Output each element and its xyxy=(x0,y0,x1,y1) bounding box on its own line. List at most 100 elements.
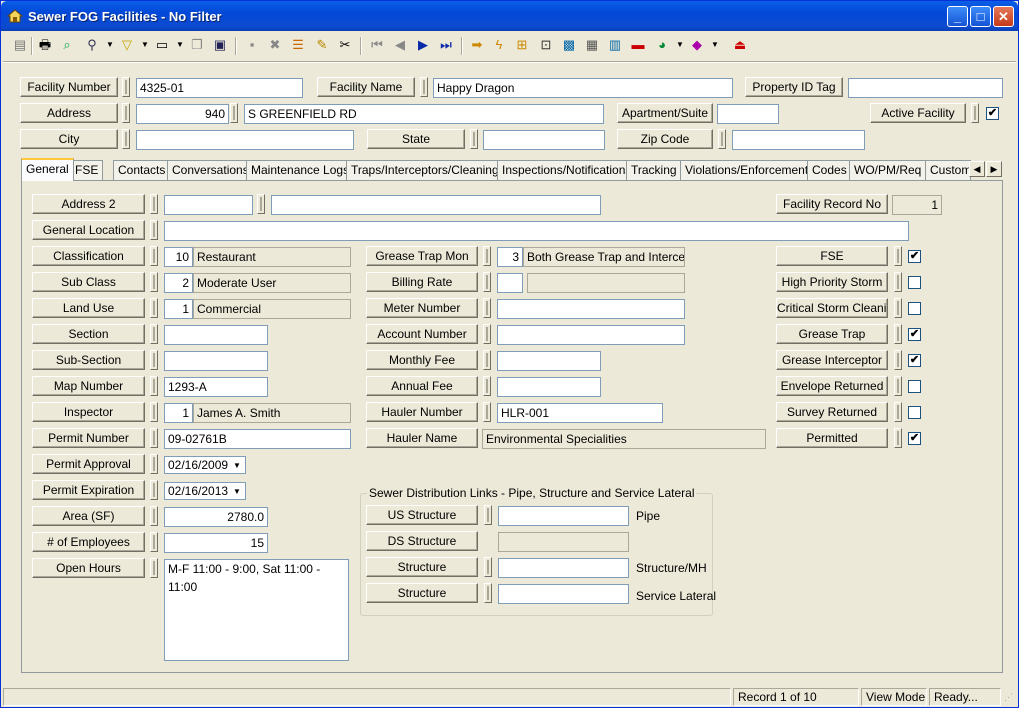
field-grip[interactable] xyxy=(150,532,158,552)
classification-code-field[interactable]: 10 xyxy=(164,247,193,267)
field-grip[interactable] xyxy=(894,402,902,422)
map-number-button[interactable]: Map Number xyxy=(32,376,145,396)
area-sf-button[interactable]: Area (SF) xyxy=(32,506,145,526)
field-grip[interactable] xyxy=(150,324,158,344)
map-number-field[interactable]: 1293-A xyxy=(164,377,268,397)
field-grip[interactable] xyxy=(894,246,902,266)
sub-section-field[interactable] xyxy=(164,351,268,371)
hauler-number-field[interactable]: HLR-001 xyxy=(497,403,663,423)
permitted-button[interactable]: Permitted xyxy=(776,428,888,448)
goto-arrow-icon[interactable]: ➡ xyxy=(468,36,486,54)
chevron-down-icon[interactable]: ▼ xyxy=(671,36,689,54)
address-number-field[interactable]: 940 xyxy=(136,104,229,124)
address-button[interactable]: Address xyxy=(20,103,118,123)
active-facility-checkbox[interactable]: ✔ xyxy=(986,107,999,120)
resize-grip-icon[interactable]: ⋰ xyxy=(1004,692,1013,703)
tab-custom[interactable]: Custom xyxy=(925,160,971,180)
grease-trap-button[interactable]: Grease Trap xyxy=(776,324,888,344)
tab-general[interactable]: General xyxy=(21,158,74,181)
field-grip[interactable] xyxy=(150,376,158,396)
classification-button[interactable]: Classification xyxy=(32,246,145,266)
inspector-button[interactable]: Inspector xyxy=(32,402,145,422)
field-grip[interactable] xyxy=(483,402,491,422)
field-grip[interactable] xyxy=(122,77,130,97)
chevron-down-icon[interactable]: ▼ xyxy=(136,36,154,54)
apartment-suite-button[interactable]: Apartment/Suite xyxy=(617,103,713,123)
field-grip[interactable] xyxy=(230,103,238,123)
sub-class-button[interactable]: Sub Class xyxy=(32,272,145,292)
field-grip[interactable] xyxy=(483,350,491,370)
scissors-icon[interactable]: ✂ xyxy=(336,36,354,54)
account-number-field[interactable] xyxy=(497,325,685,345)
field-grip[interactable] xyxy=(484,505,492,525)
last-record-icon[interactable]: ⏭ xyxy=(437,36,455,54)
tab-traps-interceptors-cleanings[interactable]: Traps/Interceptors/Cleanings xyxy=(346,160,510,180)
grease-trap-mon-button[interactable]: Grease Trap Mon xyxy=(366,246,478,266)
field-grip[interactable] xyxy=(484,583,492,603)
general-location-button[interactable]: General Location xyxy=(32,220,145,240)
field-grip[interactable] xyxy=(894,298,902,318)
address-street-field[interactable]: S GREENFIELD RD xyxy=(244,104,604,124)
permit-expiration-button[interactable]: Permit Expiration xyxy=(32,480,145,500)
fse-flag-button[interactable]: FSE xyxy=(776,246,888,266)
permit-approval-date-picker[interactable]: 02/16/2009 ▼ xyxy=(164,456,246,474)
tab-scroll-left-button[interactable]: ◀ xyxy=(969,161,985,177)
print-icon[interactable]: 🖶 xyxy=(36,36,54,54)
facility-number-field[interactable]: 4325-01 xyxy=(136,78,303,98)
calculator-icon[interactable]: ▦ xyxy=(583,36,601,54)
city-field[interactable] xyxy=(136,130,354,150)
address2-field-a[interactable] xyxy=(164,195,253,215)
hauler-name-button[interactable]: Hauler Name xyxy=(366,428,478,448)
copy-icon[interactable]: ❐ xyxy=(188,36,206,54)
monthly-fee-button[interactable]: Monthly Fee xyxy=(366,350,478,370)
tab-violations-enforcements[interactable]: Violations/Enforcements xyxy=(680,160,820,180)
structure-button[interactable]: Structure xyxy=(366,557,478,577)
field-grip[interactable] xyxy=(150,298,158,318)
envelope-returned-checkbox[interactable] xyxy=(908,380,921,393)
grease-interceptor-button[interactable]: Grease Interceptor xyxy=(776,350,888,370)
previous-record-icon[interactable]: ◀ xyxy=(391,36,409,54)
employees-field[interactable]: 15 xyxy=(164,533,268,553)
open-hours-button[interactable]: Open Hours xyxy=(32,558,145,578)
binoculars-icon[interactable]: ⚲ xyxy=(83,36,101,54)
delete-icon[interactable]: ✖ xyxy=(266,36,284,54)
chevron-down-icon[interactable]: ▼ xyxy=(706,36,724,54)
property-id-field[interactable] xyxy=(848,78,1003,98)
field-grip[interactable] xyxy=(894,272,902,292)
facility-name-button[interactable]: Facility Name xyxy=(317,77,415,97)
hauler-number-button[interactable]: Hauler Number xyxy=(366,402,478,422)
field-grip[interactable] xyxy=(484,557,492,577)
close-button[interactable]: ✕ xyxy=(993,6,1014,27)
save-icon[interactable]: ▪ xyxy=(243,36,261,54)
structure-field[interactable] xyxy=(498,558,629,578)
us-structure-field[interactable] xyxy=(498,506,629,526)
structure-lateral-button[interactable]: Structure xyxy=(366,583,478,603)
paste-icon[interactable]: ▣ xyxy=(211,36,229,54)
globe-icon[interactable]: ◕ xyxy=(653,36,671,54)
title-bar[interactable]: Sewer FOG Facilities - No Filter _ □ ✕ xyxy=(1,1,1018,31)
field-grip[interactable] xyxy=(150,272,158,292)
pencil-icon[interactable]: ✎ xyxy=(313,36,331,54)
active-facility-button[interactable]: Active Facility xyxy=(870,103,966,123)
sub-class-code-field[interactable]: 2 xyxy=(164,273,193,293)
grease-interceptor-checkbox[interactable]: ✔ xyxy=(908,354,921,367)
field-grip[interactable] xyxy=(718,129,726,149)
report-icon[interactable]: ▭ xyxy=(153,36,171,54)
chevron-down-icon[interactable]: ▼ xyxy=(231,486,243,498)
facility-number-button[interactable]: Facility Number xyxy=(20,77,118,97)
field-grip[interactable] xyxy=(150,558,158,578)
zip-code-button[interactable]: Zip Code xyxy=(617,129,713,149)
field-grip[interactable] xyxy=(470,129,478,149)
chevron-down-icon[interactable]: ▼ xyxy=(171,36,189,54)
meter-number-field[interactable] xyxy=(497,299,685,319)
zip-code-field[interactable] xyxy=(732,130,865,150)
truck-icon[interactable]: ▬ xyxy=(629,36,647,54)
permitted-checkbox[interactable]: ✔ xyxy=(908,432,921,445)
state-button[interactable]: State xyxy=(367,129,465,149)
grid-map-icon[interactable]: ▥ xyxy=(606,36,624,54)
field-grip[interactable] xyxy=(894,324,902,344)
sub-section-button[interactable]: Sub-Section xyxy=(32,350,145,370)
lightning-icon[interactable]: ϟ xyxy=(490,36,508,54)
envelope-returned-button[interactable]: Envelope Returned xyxy=(776,376,888,396)
annual-fee-field[interactable] xyxy=(497,377,601,397)
